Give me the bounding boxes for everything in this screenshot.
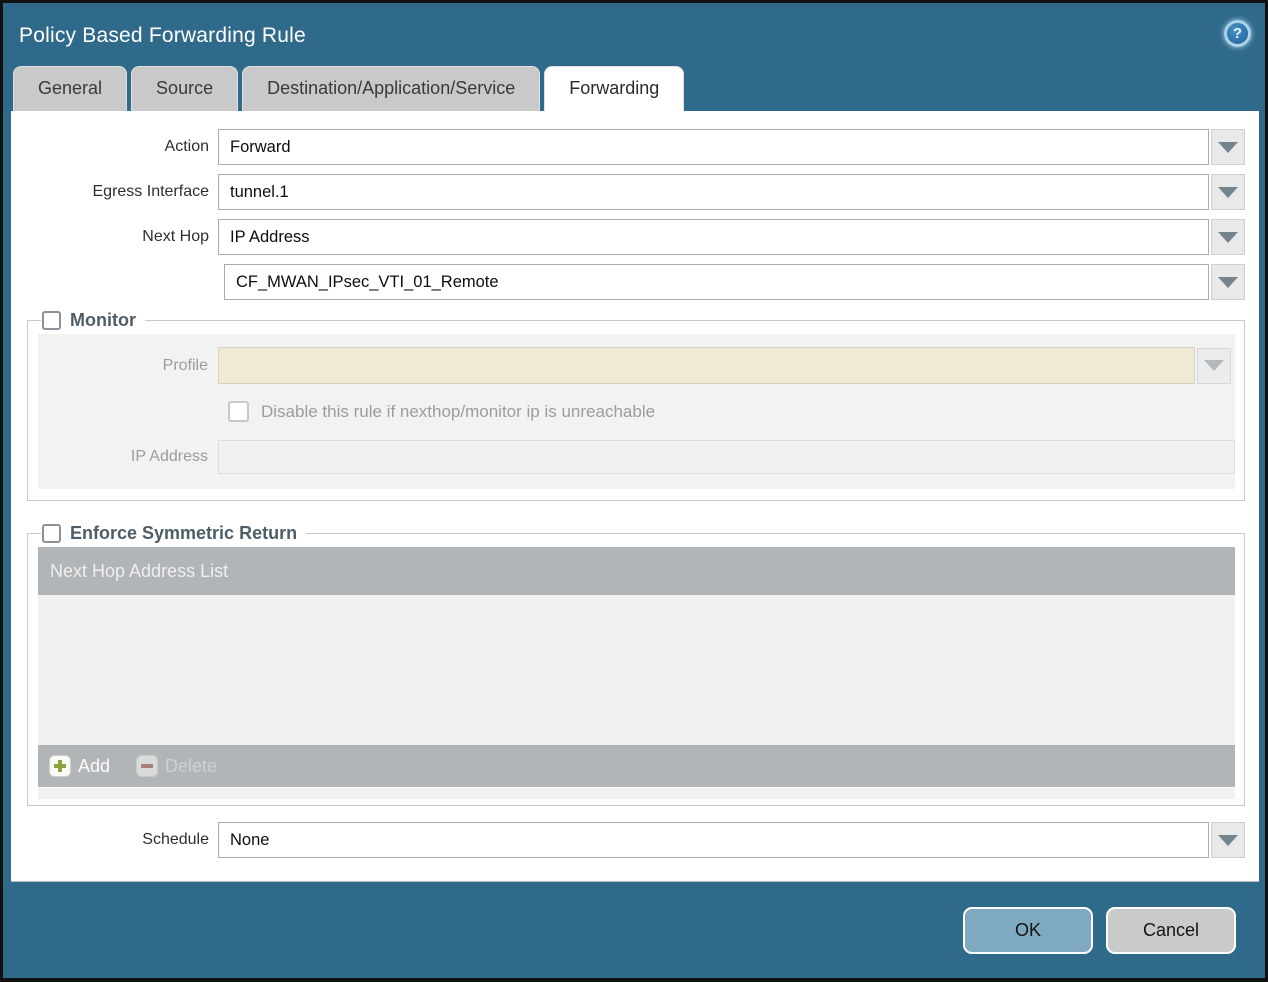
chevron-down-icon [1218, 186, 1238, 198]
cancel-button[interactable]: Cancel [1106, 906, 1236, 954]
delete-button-label: Delete [165, 755, 218, 776]
profile-select[interactable] [218, 347, 1195, 384]
action-row: Action Forward [11, 129, 1245, 165]
next-hop-address-table: Next Hop Address List Add Delete [38, 547, 1235, 799]
schedule-dropdown-button[interactable] [1211, 822, 1245, 858]
pbf-rule-dialog: Policy Based Forwarding Rule ? General S… [3, 3, 1265, 978]
next-hop-address-row: CF_MWAN_IPsec_VTI_01_Remote [11, 264, 1245, 300]
chevron-down-icon [1218, 276, 1238, 288]
add-button[interactable]: Add [49, 755, 110, 777]
dialog-frame: Policy Based Forwarding Rule ? General S… [0, 0, 1268, 982]
schedule-select[interactable]: None [218, 822, 1209, 858]
next-hop-address-select[interactable]: CF_MWAN_IPsec_VTI_01_Remote [224, 264, 1209, 300]
next-hop-row: Next Hop IP Address [11, 219, 1245, 255]
next-hop-dropdown-button[interactable] [1211, 219, 1245, 255]
forwarding-tab-panel: Action Forward Egress Interface tunnel.1… [11, 111, 1259, 882]
monitor-legend-label: Monitor [70, 310, 136, 330]
profile-dropdown-button [1197, 347, 1231, 384]
chevron-down-icon [1218, 141, 1238, 153]
symmetric-return-legend: Enforce Symmetric Return [41, 523, 306, 544]
monitor-panel: Profile Disable this rule if nexthop/mon… [38, 334, 1235, 489]
table-body-empty[interactable] [38, 595, 1235, 745]
action-label: Action [164, 138, 209, 155]
monitor-checkbox[interactable] [42, 311, 61, 330]
chevron-down-icon [1218, 231, 1238, 243]
action-dropdown-button[interactable] [1211, 129, 1245, 165]
table-header: Next Hop Address List [38, 547, 1235, 595]
monitor-ip-label: IP Address [130, 448, 208, 465]
monitor-section: Monitor Profile Disable this rule if nex… [27, 310, 1245, 501]
monitor-ip-input [218, 440, 1235, 474]
action-select[interactable]: Forward [218, 129, 1209, 165]
ok-button[interactable]: OK [963, 906, 1093, 954]
title-bar: Policy Based Forwarding Rule ? [3, 3, 1265, 63]
symmetric-return-legend-label: Enforce Symmetric Return [70, 523, 298, 543]
profile-row: Profile [38, 347, 1235, 384]
next-hop-address-dropdown-button[interactable] [1211, 264, 1245, 300]
chevron-down-icon [1204, 360, 1224, 371]
delete-button[interactable]: Delete [136, 755, 217, 777]
tab-general[interactable]: General [13, 66, 128, 111]
next-hop-label: Next Hop [142, 228, 209, 245]
next-hop-address-list-column-header: Next Hop Address List [50, 560, 229, 581]
disable-rule-checkbox [228, 401, 249, 422]
egress-interface-label: Egress Interface [92, 183, 210, 200]
help-icon[interactable]: ? [1224, 19, 1251, 47]
table-toolbar: Add Delete [38, 745, 1235, 787]
disable-rule-label: Disable this rule if nexthop/monitor ip … [261, 401, 656, 421]
profile-label: Profile [162, 356, 208, 374]
minus-icon [136, 755, 159, 777]
monitor-ip-row: IP Address [38, 440, 1235, 474]
egress-interface-dropdown-button[interactable] [1211, 174, 1245, 210]
schedule-row: Schedule None [11, 822, 1245, 858]
symmetric-return-section: Enforce Symmetric Return Next Hop Addres… [27, 523, 1245, 806]
next-hop-type-select[interactable]: IP Address [218, 219, 1209, 255]
plus-icon [49, 755, 71, 777]
symmetric-return-checkbox[interactable] [42, 524, 61, 543]
monitor-legend: Monitor [41, 310, 145, 331]
egress-interface-row: Egress Interface tunnel.1 [11, 174, 1245, 210]
chevron-down-icon [1218, 834, 1238, 846]
tab-destination-application-service[interactable]: Destination/Application/Service [242, 66, 541, 111]
schedule-label: Schedule [142, 831, 209, 848]
dialog-footer: OK Cancel [3, 882, 1265, 978]
disable-rule-row: Disable this rule if nexthop/monitor ip … [228, 401, 1235, 422]
tab-source[interactable]: Source [131, 66, 239, 111]
table-footer-strip [38, 788, 1235, 799]
page-title: Policy Based Forwarding Rule [19, 24, 306, 47]
tab-bar: General Source Destination/Application/S… [3, 63, 1265, 111]
tab-forwarding[interactable]: Forwarding [544, 66, 685, 111]
egress-interface-select[interactable]: tunnel.1 [218, 174, 1209, 210]
add-button-label: Add [78, 755, 111, 776]
